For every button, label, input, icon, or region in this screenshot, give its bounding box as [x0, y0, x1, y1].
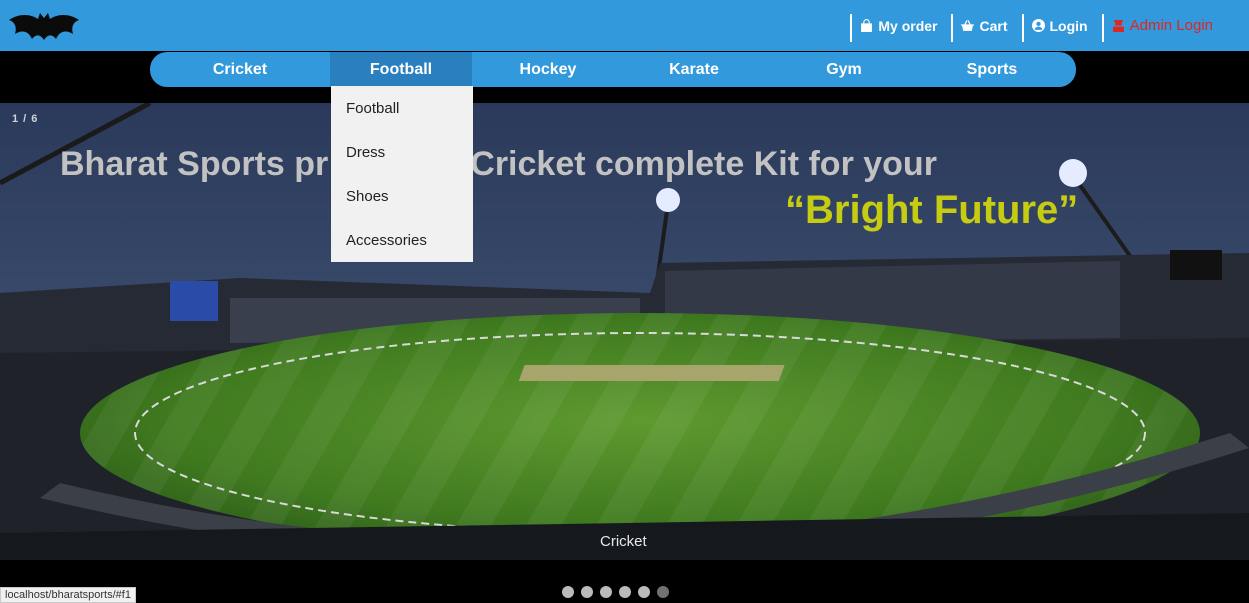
nav-item-cricket[interactable]: Cricket [150, 52, 330, 87]
slide-dot-4[interactable] [619, 586, 631, 598]
nav-item-gym[interactable]: Gym [764, 52, 924, 87]
divider [951, 14, 954, 42]
slide-caption: Cricket [600, 533, 647, 550]
nav-item-karate[interactable]: Karate [624, 52, 764, 87]
my-order-label: My order [878, 17, 938, 34]
login-label: Login [1049, 17, 1088, 34]
shopping-bag-icon [861, 19, 873, 32]
dropdown-item-football[interactable]: Football [331, 86, 473, 130]
main-nav-bar: Cricket Football Hockey Karate Gym Sport… [0, 51, 1249, 103]
login-link[interactable]: Login [1021, 0, 1102, 51]
admin-user-icon [1112, 20, 1124, 32]
cart-link[interactable]: Cart [951, 0, 1021, 51]
top-header: My order Cart Login Admin Login [0, 0, 1249, 51]
dropdown-item-dress[interactable]: Dress [331, 130, 473, 174]
slide-headline-right: Cricket complete Kit for your [470, 145, 937, 183]
slide-headline-left: Bharat Sports pr [60, 145, 329, 183]
admin-login-link[interactable]: Admin Login [1101, 0, 1249, 51]
slide-dot-5[interactable] [638, 586, 650, 598]
nav-item-hockey[interactable]: Hockey [472, 52, 624, 87]
dropdown-item-accessories[interactable]: Accessories [331, 218, 473, 262]
football-dropdown-menu: Football Dress Shoes Accessories [331, 86, 473, 262]
cart-label: Cart [979, 17, 1008, 34]
bat-logo-icon[interactable] [7, 12, 81, 46]
slide-dot-2[interactable] [581, 586, 593, 598]
my-order-link[interactable]: My order [850, 0, 951, 51]
divider [850, 14, 853, 42]
slide-dot-6[interactable] [657, 586, 669, 598]
slide-tagline: “Bright Future” [785, 188, 1079, 232]
dropdown-item-shoes[interactable]: Shoes [331, 174, 473, 218]
divider [1021, 14, 1024, 42]
divider [1101, 14, 1104, 42]
slide-dot-1[interactable] [562, 586, 574, 598]
user-circle-icon [1031, 19, 1045, 32]
nav-item-sports[interactable]: Sports [924, 52, 1060, 87]
nav-item-football[interactable]: Football [330, 52, 472, 87]
shopping-basket-icon [961, 20, 975, 31]
admin-login-label: Admin Login [1129, 17, 1213, 34]
slide-indicators [562, 586, 669, 598]
slide-dot-3[interactable] [600, 586, 612, 598]
main-nav: Cricket Football Hockey Karate Gym Sport… [150, 52, 1076, 87]
hero-slideshow: 1 / 6 Bharat Sports pr Cricket complete K… [0, 103, 1249, 560]
slide-headline: Bharat Sports pr Cricket complete Kit for… [60, 145, 937, 184]
slide-counter: 1 / 6 [12, 113, 39, 125]
browser-status-url: localhost/bharatsports/#f1 [0, 587, 136, 603]
